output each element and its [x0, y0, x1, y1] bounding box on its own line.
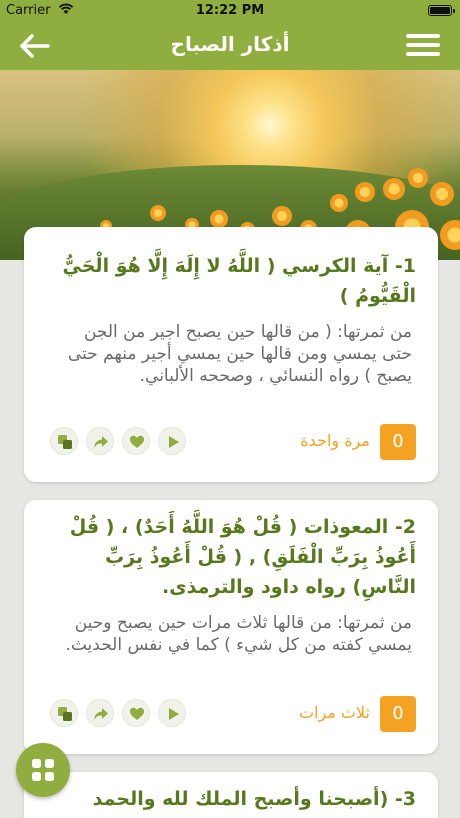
play-icon: [169, 436, 179, 448]
copy-button[interactable]: [50, 427, 78, 455]
zikr-card: 2- المعوذات ( قُلْ هُوَ اللَّهُ أَحَدٌ) …: [24, 500, 438, 754]
share-icon: [94, 708, 108, 720]
status-bar: Carrier 12:22 PM: [0, 0, 460, 22]
nav-bar: أذكار الصباح: [0, 22, 460, 70]
counter-button[interactable]: 0: [380, 696, 416, 732]
grid-menu-button[interactable]: [16, 743, 70, 797]
share-icon: [94, 436, 108, 448]
play-button[interactable]: [158, 427, 186, 455]
card-footer: 0 مرة واحدة: [24, 424, 438, 460]
zikr-heading: 3- (أصبحنا وأصبح الملك لله والحمد: [92, 788, 416, 810]
copy-icon: [58, 707, 72, 721]
card-footer: 0 ثلاث مرات: [24, 696, 438, 732]
status-time: 12:22 PM: [195, 3, 265, 18]
zikr-benefit: من ثمرتها: ( من قالها حين يصبح اجير من ا…: [67, 322, 412, 386]
share-button[interactable]: [86, 699, 114, 727]
favorite-button[interactable]: [122, 427, 150, 455]
heart-icon: [130, 707, 144, 720]
play-icon: [169, 708, 179, 720]
heart-icon: [130, 435, 144, 448]
favorite-button[interactable]: [122, 699, 150, 727]
zikr-card: 3- (أصبحنا وأصبح الملك لله والحمد: [24, 772, 438, 818]
zikr-heading: 1- آية الكرسي ( اللَّهُ لا إِلَهَ إِلَّا…: [62, 255, 416, 307]
share-button[interactable]: [86, 427, 114, 455]
repeat-label: مرة واحدة: [300, 431, 370, 450]
battery-icon: [428, 5, 455, 16]
zikr-heading: 2- المعوذات ( قُلْ هُوَ اللَّهُ أَحَدٌ) …: [69, 516, 416, 598]
copy-icon: [58, 435, 72, 449]
play-button[interactable]: [158, 699, 186, 727]
page-title: أذكار الصباح: [170, 32, 290, 56]
repeat-label: ثلاث مرات: [298, 703, 370, 722]
grid-icon: [32, 759, 54, 781]
zikr-benefit: من ثمرتها: من قالها ثلاث مرات حين يصبح و…: [65, 613, 412, 655]
counter-button[interactable]: 0: [380, 424, 416, 460]
copy-button[interactable]: [50, 699, 78, 727]
hamburger-menu-icon[interactable]: [406, 34, 440, 60]
zikr-card: 1- آية الكرسي ( اللَّهُ لا إِلَهَ إِلَّا…: [24, 227, 438, 482]
